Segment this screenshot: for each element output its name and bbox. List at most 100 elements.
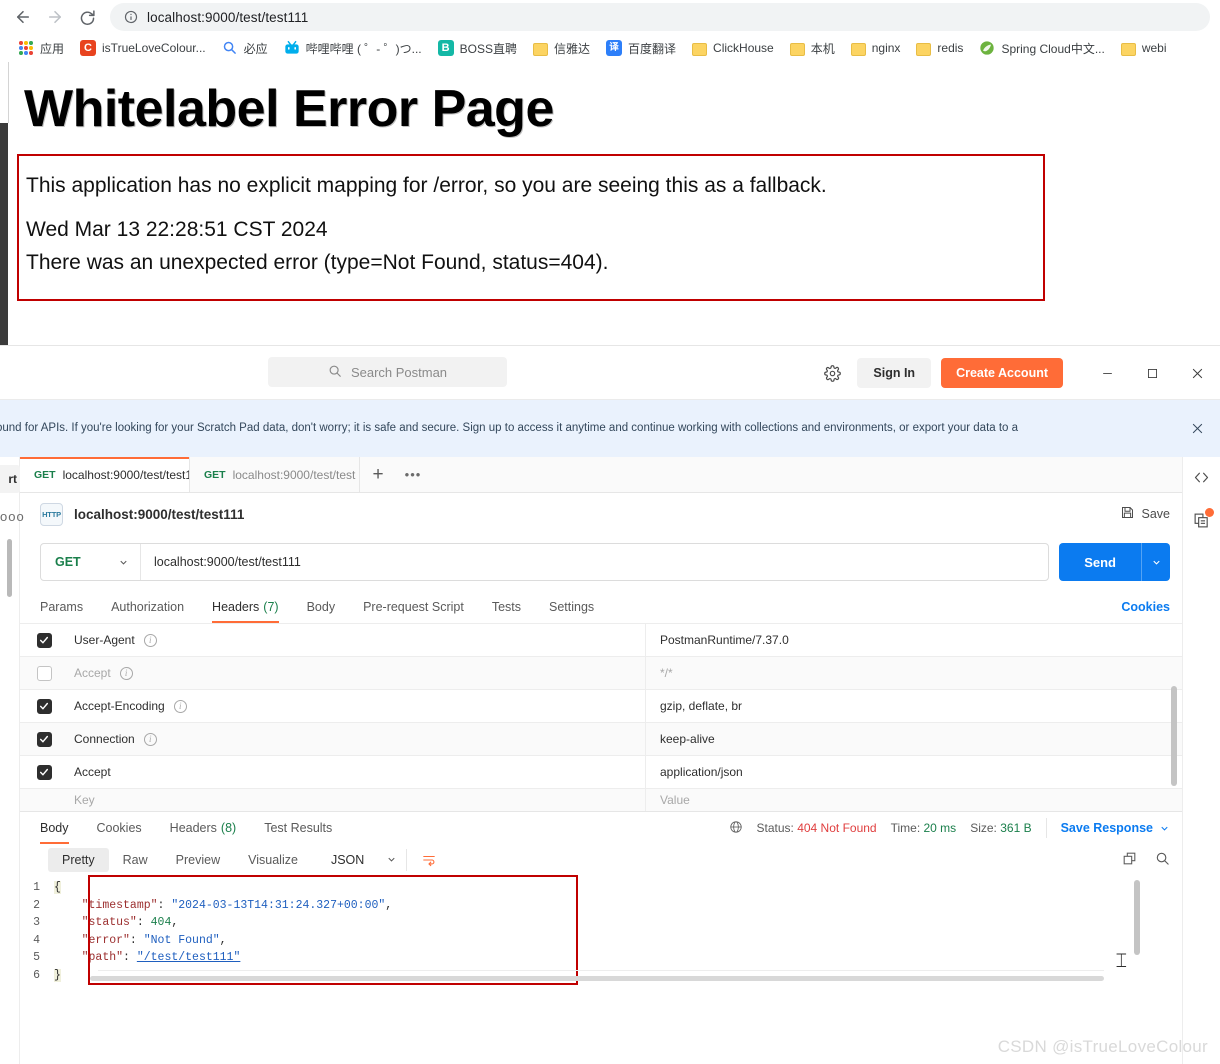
- bookmark-nginx[interactable]: nginx: [843, 38, 909, 59]
- code-snippet-icon[interactable]: [1193, 469, 1210, 486]
- request-title[interactable]: localhost:9000/test/test111: [74, 507, 244, 522]
- language-select[interactable]: JSON: [322, 848, 408, 871]
- checkbox-checked-icon[interactable]: [36, 632, 52, 648]
- response-horizontal-scrollbar[interactable]: [90, 976, 1104, 981]
- sidebar-overflow-icon[interactable]: ooo: [0, 509, 25, 524]
- header-value-cell[interactable]: keep-alive: [646, 732, 1182, 746]
- table-row[interactable]: Connection i keep-alive: [20, 723, 1182, 756]
- bookmark-istrueloverolour[interactable]: C isTrueLoveColour...: [72, 37, 214, 59]
- minimize-button[interactable]: [1085, 346, 1130, 400]
- back-button[interactable]: [8, 2, 38, 32]
- checkbox-checked-icon[interactable]: [36, 731, 52, 747]
- bookmark-benji[interactable]: 本机: [782, 37, 843, 60]
- header-key-cell[interactable]: Accept-Encoding i: [68, 690, 646, 722]
- response-tab-headers[interactable]: Headers (8): [156, 812, 251, 844]
- header-key-cell[interactable]: Accept i: [68, 657, 646, 689]
- copy-icon[interactable]: [1122, 851, 1137, 869]
- reload-button[interactable]: [72, 2, 102, 32]
- bookmark-spring-cloud[interactable]: Spring Cloud中文...: [971, 37, 1112, 60]
- header-value-cell[interactable]: PostmanRuntime/7.37.0: [646, 633, 1182, 647]
- row-checkbox-cell[interactable]: [20, 731, 68, 747]
- row-checkbox-cell[interactable]: [20, 665, 68, 681]
- request-tab-1[interactable]: GET localhost:9000/test/test1: [20, 457, 190, 492]
- header-value-cell[interactable]: application/json: [646, 765, 1182, 779]
- settings-gear-icon[interactable]: [815, 356, 849, 390]
- format-raw[interactable]: Raw: [109, 848, 162, 872]
- request-tab-2[interactable]: GET localhost:9000/test/test: [190, 457, 360, 492]
- search-icon[interactable]: [1155, 851, 1170, 869]
- checkbox-checked-icon[interactable]: [36, 698, 52, 714]
- save-response-button[interactable]: Save Response: [1045, 818, 1170, 838]
- maximize-button[interactable]: [1130, 346, 1175, 400]
- tab-tests[interactable]: Tests: [478, 591, 535, 623]
- tab-pre-request-script[interactable]: Pre-request Script: [349, 591, 478, 623]
- info-icon[interactable]: i: [119, 666, 133, 680]
- header-key-cell[interactable]: Accept: [68, 756, 646, 788]
- response-tab-body[interactable]: Body: [40, 812, 83, 844]
- method-select[interactable]: GET: [41, 544, 141, 580]
- tab-params[interactable]: Params: [40, 591, 97, 623]
- table-row[interactable]: Accept-Encoding i gzip, deflate, br: [20, 690, 1182, 723]
- table-row[interactable]: Accept application/json: [20, 756, 1182, 789]
- response-body-code[interactable]: 1 2 3 4 5 6 { "timestamp": "2024-03-13T1…: [20, 875, 1182, 995]
- row-checkbox-cell[interactable]: [20, 698, 68, 714]
- bookmark-bilibili[interactable]: 哔哩哔哩 ( ゜- ゜)つ...: [276, 37, 430, 60]
- create-account-button[interactable]: Create Account: [941, 358, 1063, 388]
- info-icon[interactable]: i: [143, 633, 157, 647]
- address-bar[interactable]: localhost:9000/test/test111: [110, 3, 1210, 31]
- bookmark-apps[interactable]: 应用: [10, 37, 72, 60]
- search-input[interactable]: Search Postman: [268, 357, 507, 387]
- tab-authorization[interactable]: Authorization: [97, 591, 198, 623]
- header-value-cell[interactable]: gzip, deflate, br: [646, 699, 1182, 713]
- tab-overflow-icon[interactable]: •••: [396, 457, 430, 492]
- row-checkbox-cell[interactable]: [20, 764, 68, 780]
- sign-in-button[interactable]: Sign In: [857, 358, 932, 388]
- json-value-link[interactable]: "/test/test111": [137, 951, 241, 964]
- site-info-icon[interactable]: [124, 10, 138, 24]
- banner-close-icon[interactable]: [1190, 421, 1206, 437]
- headers-scrollbar[interactable]: [1171, 686, 1177, 786]
- network-globe-icon[interactable]: [729, 820, 743, 837]
- bookmark-xinyada[interactable]: 信雅达: [525, 37, 598, 60]
- info-icon[interactable]: i: [173, 699, 187, 713]
- tab-body[interactable]: Body: [293, 591, 350, 623]
- send-button[interactable]: Send: [1059, 543, 1141, 581]
- row-checkbox-cell[interactable]: [20, 632, 68, 648]
- response-tab-cookies[interactable]: Cookies: [83, 812, 156, 844]
- cookies-link[interactable]: Cookies: [1121, 600, 1170, 614]
- response-tab-test-results[interactable]: Test Results: [250, 812, 346, 844]
- bookmark-boss[interactable]: B BOSS直聘: [430, 37, 525, 60]
- header-value-cell[interactable]: */*: [646, 666, 1182, 680]
- url-input[interactable]: localhost:9000/test/test111: [141, 555, 1048, 569]
- format-pretty[interactable]: Pretty: [48, 847, 109, 872]
- documentation-icon[interactable]: [1193, 508, 1214, 529]
- tab-headers[interactable]: Headers (7): [198, 591, 293, 623]
- new-key-input[interactable]: Key: [68, 789, 646, 811]
- bookmark-clickhouse[interactable]: ClickHouse: [684, 38, 782, 59]
- sidebar-partial-tab[interactable]: rt: [0, 465, 20, 493]
- send-options-caret-icon[interactable]: [1141, 543, 1170, 581]
- table-row[interactable]: User-Agent i PostmanRuntime/7.37.0: [20, 624, 1182, 657]
- sidebar-scrollbar[interactable]: [7, 539, 12, 597]
- bookmark-redis[interactable]: redis: [908, 38, 971, 59]
- response-vertical-scrollbar[interactable]: [1134, 880, 1140, 955]
- checkbox-unchecked-icon[interactable]: [36, 665, 52, 681]
- tab-settings[interactable]: Settings: [535, 591, 608, 623]
- code-lines[interactable]: { "timestamp": "2024-03-13T14:31:24.327+…: [46, 879, 1182, 985]
- info-icon[interactable]: i: [143, 732, 157, 746]
- save-request-button[interactable]: Save: [1120, 505, 1170, 523]
- wrap-lines-icon[interactable]: [421, 853, 437, 867]
- header-key-cell[interactable]: User-Agent i: [68, 624, 646, 656]
- bookmark-webi[interactable]: webi: [1113, 38, 1175, 59]
- close-button[interactable]: [1175, 346, 1220, 400]
- new-tab-button[interactable]: +: [360, 457, 396, 492]
- bookmark-baidu-translate[interactable]: 译 百度翻译: [598, 37, 684, 60]
- bookmark-bing[interactable]: 必应: [214, 37, 276, 60]
- new-value-input[interactable]: Value: [646, 793, 1182, 807]
- table-row-new[interactable]: Key Value: [20, 789, 1182, 811]
- format-preview[interactable]: Preview: [162, 848, 234, 872]
- table-row[interactable]: Accept i */*: [20, 657, 1182, 690]
- checkbox-checked-icon[interactable]: [36, 764, 52, 780]
- forward-button[interactable]: [40, 2, 70, 32]
- format-visualize[interactable]: Visualize: [234, 848, 312, 872]
